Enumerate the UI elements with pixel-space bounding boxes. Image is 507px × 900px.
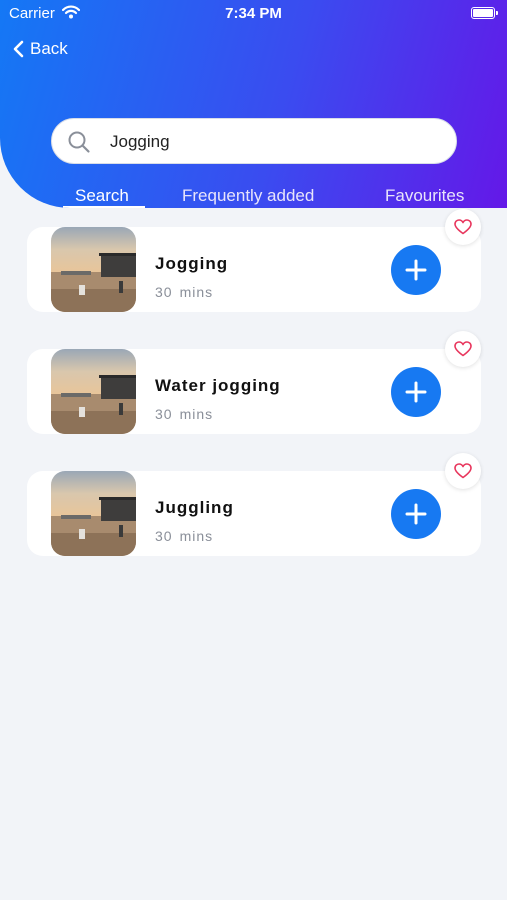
back-label: Back xyxy=(30,39,68,58)
favourite-button[interactable] xyxy=(445,209,481,245)
add-exercise-button[interactable] xyxy=(391,489,441,539)
battery-icon xyxy=(471,7,498,19)
exercise-duration: 30 mins xyxy=(155,284,213,300)
duration-unit: mins xyxy=(179,284,214,300)
search-input[interactable] xyxy=(108,119,442,165)
exercise-thumbnail xyxy=(51,349,136,434)
duration-unit: mins xyxy=(179,406,214,422)
status-bar: Carrier 7:34 PM xyxy=(0,0,507,28)
exercise-title: Water jogging xyxy=(155,376,281,395)
tab-frequently-added[interactable]: Frequently added xyxy=(182,186,314,206)
header: Carrier 7:34 PM Back Search Frequently a… xyxy=(0,0,507,208)
chevron-left-icon xyxy=(12,40,24,58)
duration-value: 30 xyxy=(155,284,173,300)
exercise-title: Jogging xyxy=(155,254,229,273)
result-card[interactable]: Jogging 30 mins xyxy=(27,227,481,312)
add-exercise-button[interactable] xyxy=(391,367,441,417)
exercise-duration: 30 mins xyxy=(155,528,213,544)
exercise-thumbnail xyxy=(51,227,136,312)
search-icon xyxy=(67,130,91,159)
add-exercise-button[interactable] xyxy=(391,245,441,295)
back-button[interactable]: Back xyxy=(12,39,68,59)
tab-search[interactable]: Search xyxy=(75,186,129,206)
exercise-thumbnail xyxy=(51,471,136,556)
result-card[interactable]: Water jogging 30 mins xyxy=(27,349,481,434)
exercise-title: Juggling xyxy=(155,498,234,517)
result-card[interactable]: Juggling 30 mins xyxy=(27,471,481,556)
exercise-duration: 30 mins xyxy=(155,406,213,422)
tab-bar: Search Frequently added Favourites xyxy=(0,186,507,208)
duration-value: 30 xyxy=(155,406,173,422)
duration-unit: mins xyxy=(179,528,214,544)
active-tab-indicator xyxy=(63,206,145,208)
favourite-button[interactable] xyxy=(445,453,481,489)
duration-value: 30 xyxy=(155,528,173,544)
status-time: 7:34 PM xyxy=(225,5,282,22)
favourite-button[interactable] xyxy=(445,331,481,367)
search-bar xyxy=(51,118,457,165)
tab-favourites[interactable]: Favourites xyxy=(385,186,464,206)
